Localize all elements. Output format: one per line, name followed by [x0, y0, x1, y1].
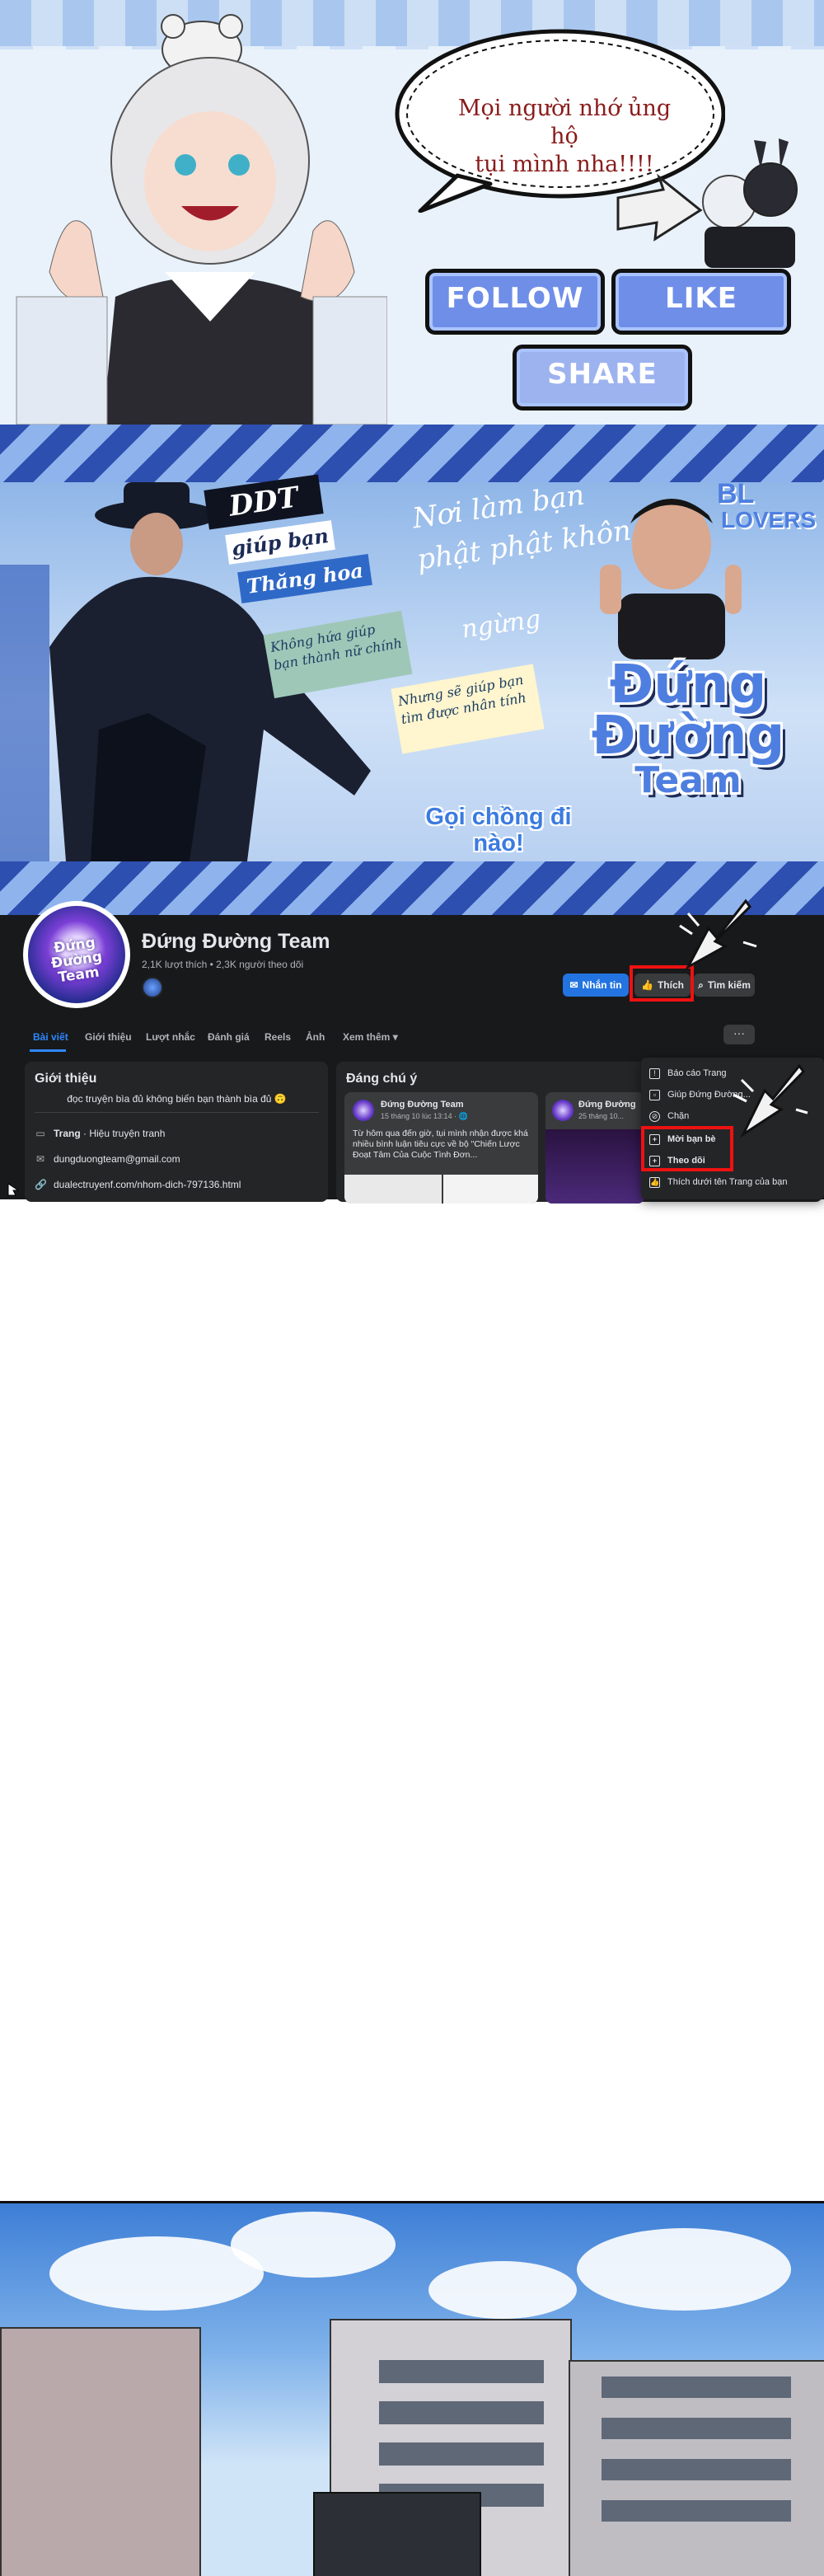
menu-item-report-label: Báo cáo Trang	[667, 1068, 727, 1078]
menu-highlight-box	[641, 1126, 733, 1171]
menu-item-like-as-page[interactable]: 👍 Thích dưới tên Trang của bạn	[649, 1173, 818, 1191]
menu-item-like-as-page-label: Thích dưới tên Trang của bạn	[667, 1177, 788, 1187]
tab-posts[interactable]: Bài viết	[33, 1031, 68, 1043]
post-avatar	[353, 1100, 374, 1121]
intro-bio: đọc truyện bìa đủ không biến bạn thành b…	[67, 1093, 287, 1105]
menu-pointer-arrow-icon	[733, 1063, 808, 1138]
messenger-icon: ✉	[569, 979, 578, 991]
page-icon: ▫	[649, 1089, 660, 1100]
team-line-1: Đứng	[609, 655, 767, 716]
intro-title: Giới thiệu	[35, 1072, 97, 1086]
page-stats: 2,1K lượt thích • 2,3K người theo dõi	[142, 959, 304, 970]
tab-photos[interactable]: Ảnh	[306, 1031, 325, 1043]
share-cta-button[interactable]: SHARE	[513, 345, 692, 411]
report-icon: !	[649, 1067, 660, 1079]
search-icon: ⌕	[698, 978, 704, 991]
post-2-author[interactable]: Đứng Đường	[578, 1100, 636, 1110]
tab-reels[interactable]: Reels	[265, 1031, 291, 1043]
intro-category-row: ▭ Trang · Hiệu truyện tranh	[35, 1128, 165, 1139]
tab-mentions[interactable]: Lượt nhắc	[146, 1031, 195, 1043]
more-options-button[interactable]: ···	[723, 1025, 755, 1044]
team-line-2: Đường	[591, 706, 785, 767]
active-tab-indicator	[30, 1049, 66, 1052]
team-line-3: Team	[634, 759, 742, 801]
search-page-button[interactable]: ⌕ Tìm kiếm	[694, 974, 755, 997]
cloud	[231, 2212, 396, 2278]
featured-post-2[interactable]: Đứng Đường 25 tháng 10...	[545, 1092, 644, 1204]
intro-link[interactable]: dualectruyenf.com/nhom-dich-797136.html	[54, 1179, 241, 1190]
tab-more[interactable]: Xem thêm ▾	[343, 1031, 398, 1043]
intro-divider	[35, 1112, 319, 1113]
follow-cta-button[interactable]: FOLLOW	[425, 269, 605, 335]
post-2-image	[545, 1129, 644, 1204]
intro-category: Trang · Hiệu truyện tranh	[54, 1128, 165, 1139]
post-body: Từ hôm qua đến giờ, tụi mình nhận được k…	[353, 1128, 528, 1160]
cover-stripes-top	[0, 425, 824, 482]
featured-title: Đáng chú ý	[346, 1072, 418, 1086]
like-as-page-icon: 👍	[649, 1176, 660, 1188]
page-tabs: Bài viết Giới thiệu Lượt nhắc Đánh giá R…	[25, 1022, 758, 1055]
chibi-couple-illustration	[616, 138, 798, 268]
post-2-date: 25 tháng 10...	[578, 1112, 625, 1120]
follower-avatar[interactable]	[142, 977, 163, 998]
intro-link-row[interactable]: 🔗 dualectruyenf.com/nhom-dich-797136.htm…	[35, 1179, 241, 1190]
city-illustration	[0, 2203, 824, 2576]
building-entrance	[313, 2492, 481, 2576]
folder-icon: ▭	[35, 1128, 45, 1139]
intro-email[interactable]: dungduongteam@gmail.com	[54, 1153, 180, 1165]
team-logo-text: Đứng Đường Team	[560, 659, 816, 800]
tab-reviews[interactable]: Đánh giá	[208, 1031, 250, 1043]
post-2-avatar	[552, 1100, 574, 1121]
anime-character-illustration	[16, 14, 387, 425]
mail-icon: ✉	[35, 1153, 45, 1165]
intro-category-label: · Hiệu truyện tranh	[80, 1128, 166, 1139]
cloud	[577, 2228, 791, 2311]
call-text: Gọi chồng đi nào!	[425, 804, 572, 856]
search-page-button-label: Tìm kiếm	[707, 979, 751, 991]
like-cta-button[interactable]: LIKE	[611, 269, 791, 335]
cursor-icon	[7, 1183, 20, 1196]
message-button[interactable]: ✉ Nhắn tin	[563, 974, 629, 997]
chevron-down-icon: ▾	[392, 1031, 398, 1043]
tab-about[interactable]: Giới thiệu	[85, 1031, 132, 1043]
cloud	[428, 2261, 577, 2319]
building-left	[0, 2327, 201, 2576]
promo-banner: Mọi người nhớ ủng hộ tụi mình nha!!!! FO…	[0, 0, 824, 425]
post-image-1	[344, 1175, 442, 1204]
menu-item-block-label: Chặn	[667, 1111, 690, 1121]
featured-post-1[interactable]: Đứng Đường Team 15 tháng 10 lúc 13:14 · …	[344, 1092, 538, 1204]
page-cover-photo: DDT giúp bạn Thăng hoa Nơi làm bạn phật …	[0, 425, 824, 915]
post-date: 15 tháng 10 lúc 13:14 · 🌐	[381, 1112, 468, 1120]
smiling-model-illustration	[600, 499, 742, 659]
post-author[interactable]: Đứng Đường Team	[381, 1100, 464, 1110]
tab-more-label: Xem thêm	[343, 1031, 391, 1043]
intro-category-type: Trang	[54, 1128, 81, 1139]
page-title: Đứng Đường Team	[142, 930, 330, 953]
link-icon: 🔗	[35, 1179, 47, 1190]
pointer-arrow-icon	[679, 899, 757, 970]
intro-email-row[interactable]: ✉ dungduongteam@gmail.com	[35, 1153, 180, 1165]
block-icon: ⊘	[649, 1110, 660, 1122]
message-button-label: Nhắn tin	[582, 979, 622, 991]
post-image-2	[443, 1175, 538, 1204]
